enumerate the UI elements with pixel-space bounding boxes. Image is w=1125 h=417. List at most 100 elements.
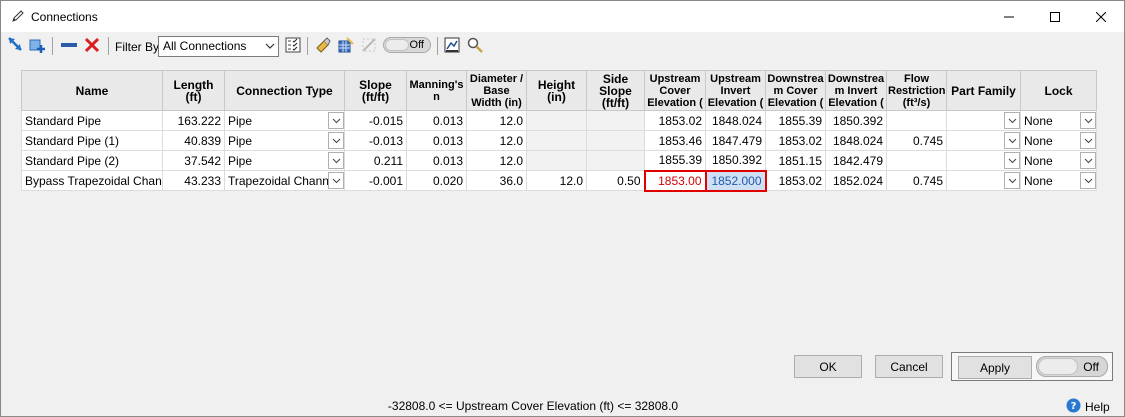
col-header-height[interactable]: Height (in) [526,70,587,111]
cell-downstream-invert[interactable]: 1848.024 [825,130,887,151]
cell-downstream-cover[interactable]: 1851.15 [765,150,826,171]
toolbar-toggle[interactable]: Off [383,37,431,53]
cell-downstream-invert[interactable]: 1850.392 [825,110,887,131]
cell-slope[interactable]: -0.015 [344,110,407,131]
cell-downstream-invert[interactable]: 1842.479 [825,150,887,171]
zoom-search-icon[interactable] [465,34,485,56]
cell-side-slope[interactable]: 0.50 [586,170,645,191]
table-row[interactable]: Standard Pipe (2) 37.542 Pipe 0.211 0.01… [21,150,1097,171]
cell-upstream-invert[interactable]: 1847.479 [705,130,766,151]
chevron-down-icon[interactable] [1080,152,1096,169]
cell-part-family[interactable] [946,150,1021,171]
col-header-slope[interactable]: Slope (ft/ft) [344,70,407,111]
chevron-down-icon[interactable] [328,132,344,149]
close-button[interactable] [1078,1,1124,32]
cell-downstream-cover[interactable]: 1853.02 [765,130,826,151]
cell-connection-type[interactable]: Pipe [224,110,345,131]
cell-upstream-invert[interactable]: 1848.024 [705,110,766,131]
cell-slope[interactable]: -0.001 [344,170,407,191]
cell-part-family[interactable] [946,110,1021,131]
cell-downstream-cover[interactable]: 1855.39 [765,110,826,131]
cell-upstream-invert-selected[interactable]: 1852.000 [704,169,767,192]
cell-flow-restriction[interactable] [886,110,947,131]
cell-upstream-cover[interactable]: 1853.02 [644,110,706,131]
cell-name[interactable]: Standard Pipe (1) [21,130,163,151]
chevron-down-icon[interactable] [1080,172,1096,189]
cell-flow-restriction[interactable] [886,150,947,171]
chevron-down-icon[interactable] [1004,112,1020,129]
cell-upstream-invert[interactable]: 1850.392 [705,150,766,171]
table-row[interactable]: Standard Pipe 163.222 Pipe -0.015 0.013 … [21,110,1097,131]
cell-connection-type[interactable]: Trapezoidal Channel [224,170,345,191]
col-header-downstream-cover[interactable]: Downstrea m Cover Elevation ( [765,70,826,111]
cell-length[interactable]: 40.839 [162,130,225,151]
cell-lock[interactable]: None [1020,170,1097,191]
table-row[interactable]: Standard Pipe (1) 40.839 Pipe -0.013 0.0… [21,130,1097,151]
add-connection-icon[interactable] [27,34,47,56]
cell-lock[interactable]: None [1020,110,1097,131]
cell-upstream-cover[interactable]: 1855.39 [644,150,706,171]
chevron-down-icon[interactable] [1004,152,1020,169]
edit-tag-icon[interactable] [313,34,333,56]
delete-icon[interactable] [82,34,102,56]
cell-flow-restriction[interactable]: 0.745 [886,130,947,151]
cell-name[interactable]: Standard Pipe (2) [21,150,163,171]
cell-lock[interactable]: None [1020,130,1097,151]
chevron-down-icon[interactable] [1004,132,1020,149]
col-header-downstream-invert[interactable]: Downstrea m Invert Elevation ( [825,70,887,111]
chevron-down-icon[interactable] [1080,112,1096,129]
chevron-down-icon[interactable] [1080,132,1096,149]
col-header-connection-type[interactable]: Connection Type [224,70,345,111]
cell-upstream-cover-invalid[interactable]: 1853.00 [643,169,707,192]
column-settings-icon[interactable] [283,34,303,56]
col-header-upstream-cover[interactable]: Upstream Cover Elevation ( [644,70,706,111]
cell-height[interactable]: 12.0 [526,170,587,191]
cell-upstream-cover[interactable]: 1853.46 [644,130,706,151]
cancel-button[interactable]: Cancel [875,355,943,378]
cell-slope[interactable]: -0.013 [344,130,407,151]
col-header-upstream-invert[interactable]: Upstream Invert Elevation ( [705,70,766,111]
cell-slope[interactable]: 0.211 [344,150,407,171]
cell-diameter[interactable]: 12.0 [466,150,527,171]
help-link[interactable]: ? Help [1066,398,1110,416]
apply-toggle[interactable]: Off [1036,356,1108,377]
col-header-part-family[interactable]: Part Family [946,70,1021,111]
cell-lock[interactable]: None [1020,150,1097,171]
maximize-button[interactable] [1032,1,1078,32]
zoom-to-icon[interactable] [5,34,27,56]
col-header-mannings-n[interactable]: Manning's n [406,70,467,111]
cell-flow-restriction[interactable]: 0.745 [886,170,947,191]
cell-length[interactable]: 43.233 [162,170,225,191]
filter-by-select[interactable]: All Connections [158,36,279,57]
chevron-down-icon[interactable] [328,112,344,129]
col-header-side-slope[interactable]: Side Slope (ft/ft) [586,70,645,111]
cell-manning[interactable]: 0.013 [406,110,467,131]
cell-part-family[interactable] [946,170,1021,191]
apply-button[interactable]: Apply [958,356,1032,379]
col-header-length[interactable]: Length (ft) [162,70,225,111]
cell-name[interactable]: Bypass Trapezoidal Channel [21,170,163,191]
cell-downstream-cover[interactable]: 1853.02 [765,170,826,191]
minimize-button[interactable] [986,1,1032,32]
grid-edit-icon[interactable] [336,34,356,56]
col-header-name[interactable]: Name [21,70,163,111]
table-row[interactable]: Bypass Trapezoidal Channel 43.233 Trapez… [21,169,1097,192]
cell-length[interactable]: 37.542 [162,150,225,171]
profile-view-icon[interactable] [442,34,462,56]
cell-diameter[interactable]: 36.0 [466,170,527,191]
cell-connection-type[interactable]: Pipe [224,130,345,151]
cell-part-family[interactable] [946,130,1021,151]
cell-diameter[interactable]: 12.0 [466,110,527,131]
cell-downstream-invert[interactable]: 1852.024 [825,170,887,191]
chevron-down-icon[interactable] [328,152,344,169]
remove-icon[interactable] [59,34,79,56]
ok-button[interactable]: OK [794,355,862,378]
cell-length[interactable]: 163.222 [162,110,225,131]
cell-manning[interactable]: 0.020 [406,170,467,191]
col-header-flow-restriction[interactable]: Flow Restriction (ft³/s) [886,70,947,111]
chevron-down-icon[interactable] [328,172,344,189]
chevron-down-icon[interactable] [1004,172,1020,189]
col-header-lock[interactable]: Lock [1020,70,1097,111]
cell-name[interactable]: Standard Pipe [21,110,163,131]
cell-manning[interactable]: 0.013 [406,150,467,171]
